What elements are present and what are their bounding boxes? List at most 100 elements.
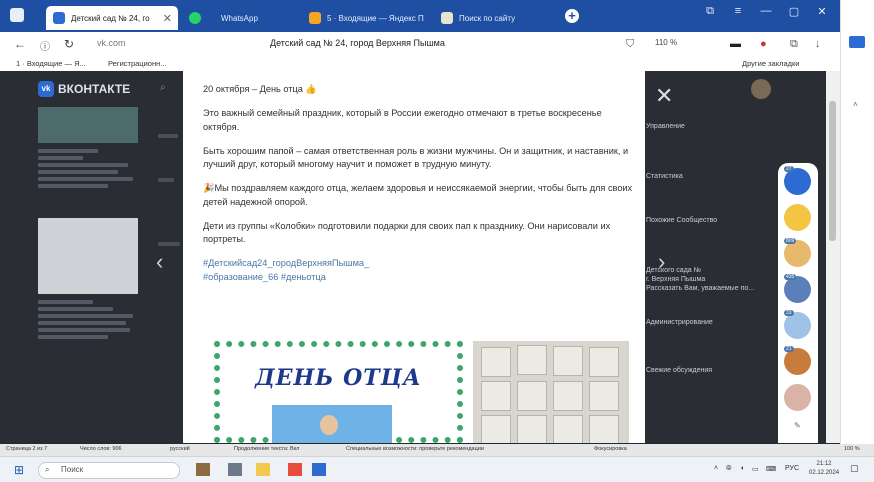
new-tab-button[interactable]: + bbox=[565, 9, 579, 23]
back-icon[interactable]: ← bbox=[14, 37, 26, 51]
file-explorer-icon[interactable] bbox=[256, 463, 270, 476]
browser-window: Детский сад № 24, го ✕ WhatsApp 5 · Вход… bbox=[0, 0, 840, 444]
prev-post-icon[interactable]: ‹ bbox=[156, 249, 163, 275]
tab-mail[interactable]: 5 · Входящие — Яндекс П bbox=[302, 6, 430, 30]
status-page[interactable]: Страница 2 из 7 bbox=[6, 446, 47, 452]
photo-illustration bbox=[272, 405, 392, 443]
feed-photo[interactable] bbox=[38, 218, 138, 294]
post-photo-card[interactable]: ДЕНЬ ОТЦА bbox=[214, 341, 463, 443]
vk-icon: vk bbox=[38, 81, 54, 97]
reload-icon[interactable]: ↻ bbox=[64, 37, 74, 51]
chevron-up-icon[interactable]: ˄ bbox=[853, 100, 858, 109]
other-bookmarks[interactable]: Другие закладки bbox=[742, 59, 799, 68]
bookmark-icon[interactable]: ⛉ bbox=[626, 38, 634, 51]
tab-vk[interactable]: Детский сад № 24, го ✕ bbox=[46, 6, 178, 30]
vk-logo[interactable]: vk ВКОНТАКТЕ bbox=[38, 81, 130, 97]
portrait-drawing bbox=[589, 415, 619, 443]
chat-avatar[interactable]: 21 bbox=[784, 346, 811, 375]
extension-icon[interactable]: ▬ bbox=[730, 38, 741, 50]
tray-chevron-icon[interactable]: ˄ bbox=[714, 465, 718, 472]
chat-avatar[interactable]: 33 bbox=[784, 310, 811, 339]
page-scrollbar[interactable] bbox=[826, 71, 840, 443]
hashtag-link[interactable]: #Детскийсад24_городВерхняяПышма_ bbox=[203, 257, 633, 271]
post-paragraph: Дети из группы «Колобки» подготовили под… bbox=[203, 220, 611, 245]
profile-icon[interactable]: ● bbox=[760, 38, 767, 50]
text-placeholder bbox=[38, 156, 83, 160]
text-placeholder bbox=[38, 321, 126, 325]
chat-badge: 435 bbox=[784, 274, 797, 280]
bookmarks-bar: 1 · Входящие — Я... Регистрационн... Дру… bbox=[0, 57, 840, 72]
avatar[interactable] bbox=[751, 79, 771, 99]
status-accessibility[interactable]: Специальные возможности: проверьте реком… bbox=[346, 446, 484, 452]
close-modal-icon[interactable]: ✕ bbox=[655, 83, 673, 109]
clock[interactable]: 21:12 02.12.2024 bbox=[809, 460, 839, 478]
url-field[interactable]: vk.com Детский сад № 24, город Верхняя П… bbox=[90, 36, 650, 53]
site-favicon-icon bbox=[441, 12, 453, 24]
post-text: 20 октября – День отца 👍 Это важный семе… bbox=[203, 83, 633, 295]
tab-whatsapp[interactable]: WhatsApp bbox=[182, 6, 292, 30]
sidebar-item[interactable]: Администрирование bbox=[646, 319, 713, 326]
status-zoom[interactable]: 100 % bbox=[844, 446, 860, 452]
language-indicator[interactable]: РУС bbox=[785, 465, 799, 472]
zoom-indicator[interactable]: 110 % bbox=[655, 38, 677, 47]
keyboard-icon[interactable]: ⌨ bbox=[766, 465, 776, 473]
moose-app-icon[interactable] bbox=[196, 463, 210, 476]
feed-thumbnail[interactable] bbox=[38, 107, 138, 143]
app-tile-icon[interactable] bbox=[849, 36, 865, 48]
chat-bar: 27 809 435 33 21 ✎ bbox=[778, 163, 818, 443]
network-icon[interactable]: ⦾ bbox=[726, 465, 732, 473]
yandex-browser-icon[interactable] bbox=[288, 463, 302, 476]
volume-icon[interactable]: ◖ bbox=[740, 465, 744, 472]
restore-button[interactable]: ▢ bbox=[784, 5, 804, 18]
status-lang[interactable]: русский bbox=[170, 446, 190, 452]
windows-start-icon[interactable]: ⊞ bbox=[14, 463, 24, 477]
chat-badge: 21 bbox=[784, 346, 794, 352]
bookmark-item[interactable]: 1 · Входящие — Я... bbox=[16, 59, 86, 68]
tab-label: Поиск по сайту bbox=[459, 13, 516, 23]
status-focus[interactable]: Фокусировка bbox=[594, 446, 627, 452]
chat-avatar[interactable]: 809 bbox=[784, 238, 811, 267]
status-words[interactable]: Число слов: 906 bbox=[80, 446, 122, 452]
task-view-icon[interactable] bbox=[228, 463, 242, 476]
scrollbar-thumb[interactable] bbox=[829, 101, 836, 241]
downloads-icon[interactable]: ⧉ bbox=[790, 38, 798, 51]
collections-icon[interactable]: ⧉ bbox=[700, 5, 720, 18]
sidebar-item[interactable]: Свежие обсуждения bbox=[646, 367, 712, 374]
bookmark-item[interactable]: Регистрационн... bbox=[108, 59, 167, 68]
portrait-drawing bbox=[553, 346, 583, 376]
sidebar-item[interactable]: Статистика bbox=[646, 173, 683, 180]
sidebar-item[interactable]: Детского сада № bbox=[646, 267, 701, 274]
post-photo-portraits[interactable] bbox=[473, 341, 629, 443]
menu-icon[interactable]: ≡ bbox=[728, 5, 748, 17]
portrait-drawing bbox=[553, 381, 583, 411]
tab-site-search[interactable]: Поиск по сайту bbox=[434, 6, 556, 30]
info-icon[interactable]: ⓘ bbox=[40, 38, 50, 53]
close-button[interactable]: ✕ bbox=[812, 5, 832, 18]
chat-compose-icon[interactable]: ✎ bbox=[794, 421, 801, 430]
status-predict[interactable]: Продолжение текста: Вкл bbox=[234, 446, 299, 452]
word-icon[interactable] bbox=[312, 463, 326, 476]
chat-avatar[interactable] bbox=[784, 384, 811, 411]
chat-avatar[interactable]: 435 bbox=[784, 274, 811, 303]
browser-menu-icon[interactable] bbox=[10, 8, 24, 22]
minimize-button[interactable]: — bbox=[756, 5, 776, 17]
child-figure bbox=[320, 415, 338, 435]
text-placeholder bbox=[38, 335, 108, 339]
portrait-drawing bbox=[517, 415, 547, 443]
search-icon[interactable]: ⌕ bbox=[160, 82, 166, 93]
photo-title: ДЕНЬ ОТЦА bbox=[255, 365, 422, 391]
hashtag-link[interactable]: #образование_66 #деньотца bbox=[203, 271, 633, 285]
taskbar-search[interactable]: ⌕ Поиск bbox=[38, 462, 180, 479]
tab-close-icon[interactable]: ✕ bbox=[163, 12, 172, 25]
download-icon[interactable]: ↓ bbox=[815, 38, 821, 50]
search-placeholder: Поиск bbox=[61, 465, 84, 474]
sidebar-item[interactable]: Похожие Сообщество bbox=[646, 217, 717, 224]
sidebar-item[interactable]: Управление bbox=[646, 123, 685, 130]
sidebar-item[interactable]: г. Верхняя Пышма bbox=[646, 276, 705, 283]
chat-avatar[interactable] bbox=[784, 204, 811, 231]
battery-icon[interactable]: ▭ bbox=[752, 465, 759, 473]
chat-avatar[interactable]: 27 bbox=[784, 166, 811, 195]
notifications-icon[interactable]: ▢ bbox=[850, 463, 859, 474]
text-placeholder bbox=[38, 300, 93, 304]
sidebar-item[interactable]: Рассказать Вам, уважаемые по... bbox=[646, 285, 754, 292]
